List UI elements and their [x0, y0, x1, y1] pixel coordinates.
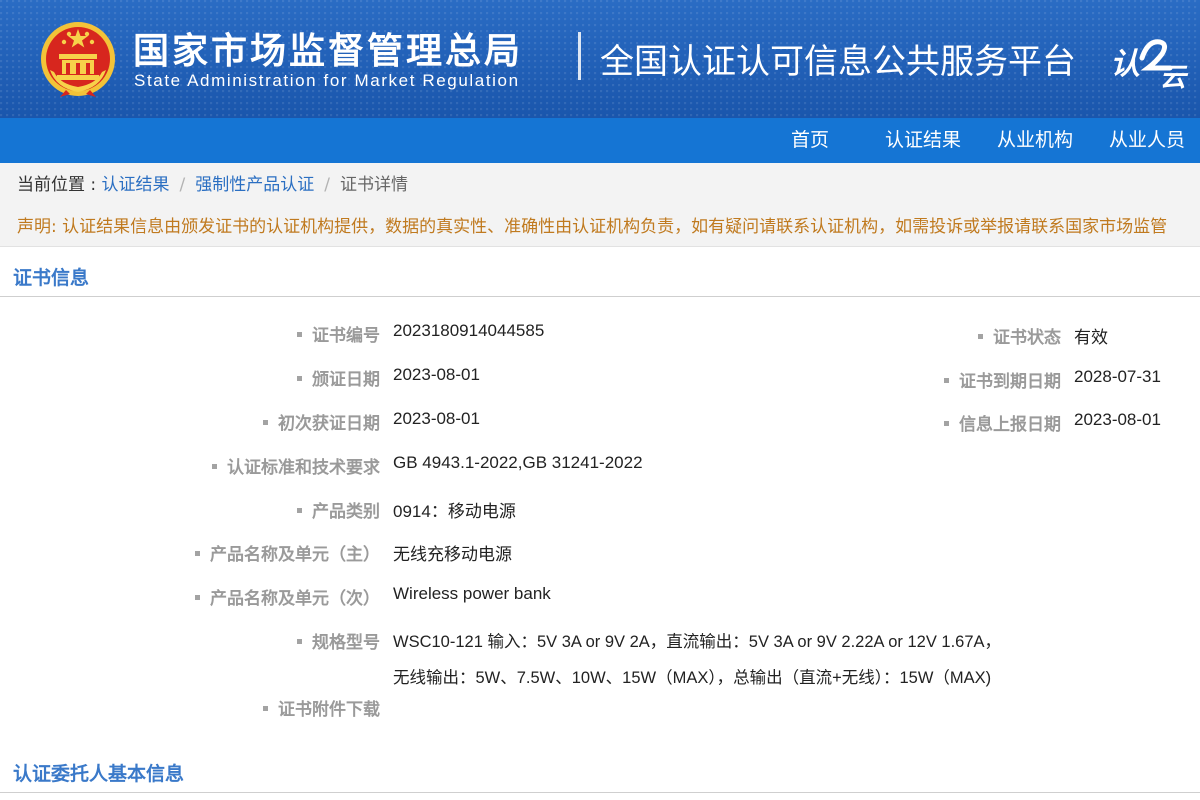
nav-cert-results[interactable]: 认证结果: [885, 118, 961, 163]
value-expiry-date: 2028-07-31: [1074, 367, 1161, 386]
value-category: 0914：移动电源: [393, 502, 516, 521]
bullet-icon: [297, 331, 302, 337]
value-report-date: 2023-08-01: [1074, 410, 1161, 429]
bullet-icon: [297, 507, 302, 513]
bullet-icon: [263, 705, 268, 711]
value-cert-no: 2023180914044585: [393, 321, 545, 340]
bullet-icon: [978, 333, 983, 339]
nav-home[interactable]: 首页: [791, 118, 829, 163]
breadcrumb-separator: /: [324, 175, 331, 195]
bullet-icon: [212, 463, 217, 469]
label-product-sub: 产品名称及单元（次）: [195, 584, 380, 609]
value-product-sub: Wireless power bank: [393, 584, 551, 603]
label-report-date: 信息上报日期: [944, 410, 1061, 435]
label-status: 证书状态: [978, 323, 1061, 348]
value-model-line1: WSC10-121 输入：5V 3A or 9V 2A，直流输出：5V 3A o…: [393, 633, 1002, 651]
section-divider: [0, 296, 1200, 297]
value-first-date: 2023-08-01: [393, 409, 480, 428]
label-attachment-download[interactable]: 证书附件下载: [263, 695, 380, 720]
main-nav: 首页 认证结果 从业机构 从业人员: [0, 118, 1200, 163]
label-product-main: 产品名称及单元（主）: [195, 540, 380, 565]
bullet-icon: [297, 638, 302, 644]
national-emblem-icon: [41, 22, 115, 97]
label-expiry-date: 证书到期日期: [944, 367, 1061, 392]
bullet-icon: [944, 420, 949, 426]
logo-text: 认云: [1108, 28, 1110, 29]
value-issue-date: 2023-08-01: [393, 365, 480, 384]
label-first-date: 初次获证日期: [263, 409, 380, 434]
bullet-icon: [195, 550, 200, 556]
svg-text:认: 认: [1110, 47, 1140, 82]
value-product-main: 无线充移动电源: [393, 545, 512, 564]
label-standards: 认证标准和技术要求: [212, 453, 380, 478]
section-divider: [0, 792, 1200, 793]
breadcrumb-current: 证书详情: [340, 175, 409, 195]
renyun-logo-icon: 认 云 认云: [1108, 28, 1189, 90]
bullet-icon: [195, 594, 200, 600]
nav-personnel[interactable]: 从业人员: [1109, 118, 1185, 163]
breadcrumb-separator: /: [179, 175, 186, 195]
section-title-cert-info: 证书信息: [13, 267, 90, 289]
bullet-icon: [263, 419, 268, 425]
label-cert-no: 证书编号: [297, 321, 380, 346]
breadcrumb: 当前位置 : 认证结果 / 强制性产品认证 / 证书详情: [0, 163, 1200, 207]
breadcrumb-cert-results[interactable]: 认证结果: [102, 175, 170, 195]
label-issue-date: 颁证日期: [297, 365, 380, 390]
banner-divider: [578, 32, 581, 80]
breadcrumb-prefix: 当前位置 :: [17, 175, 102, 195]
platform-title: 全国认证认可信息公共服务平台: [600, 42, 1076, 82]
svg-text:云: 云: [1160, 63, 1189, 90]
section-title-client-info: 认证委托人基本信息: [13, 763, 185, 785]
bullet-icon: [944, 377, 949, 383]
value-model-line2: 无线输出：5W、7.5W、10W、15W（MAX），总输出（直流+无线）：15W…: [393, 669, 992, 687]
breadcrumb-ccc[interactable]: 强制性产品认证: [195, 175, 314, 195]
label-model: 规格型号: [297, 628, 380, 653]
disclaimer-notice: 声明: 认证结果信息由颁发证书的认证机构提供，数据的真实性、准确性由认证机构负责…: [0, 207, 1200, 247]
label-category: 产品类别: [297, 497, 380, 522]
agency-name-en: State Administration for Market Regulati…: [134, 71, 520, 90]
site-banner: 国家市场监督管理总局 State Administration for Mark…: [0, 0, 1200, 118]
value-status: 有效: [1074, 328, 1108, 347]
agency-name-cn: 国家市场监督管理总局: [133, 31, 524, 72]
bullet-icon: [297, 375, 302, 381]
nav-institutions[interactable]: 从业机构: [997, 118, 1073, 163]
value-standards: GB 4943.1-2022,GB 31241-2022: [393, 453, 643, 472]
